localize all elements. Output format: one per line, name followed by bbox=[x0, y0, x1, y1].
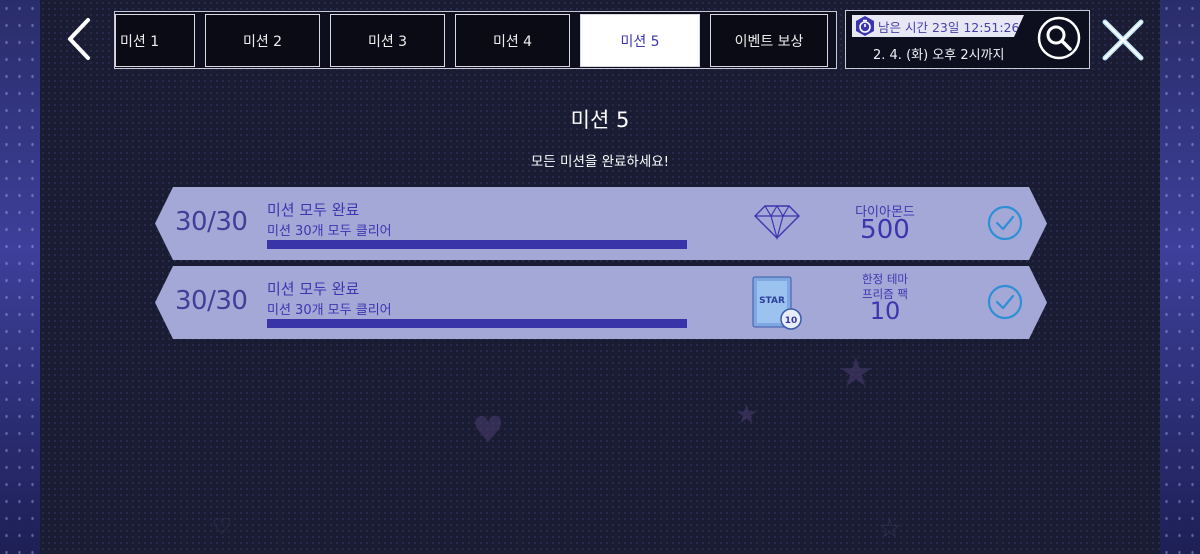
remaining-time-text: 남은 시간 23일 12:51:26 bbox=[878, 19, 1020, 35]
tab-mission-3[interactable]: 미션 3 bbox=[330, 14, 445, 67]
search-button[interactable] bbox=[1035, 14, 1083, 62]
heart-decoration-icon: ♥ bbox=[472, 410, 505, 451]
remaining-time-badge: 남은 시간 23일 12:51:26 bbox=[852, 15, 1024, 37]
page-title: 미션 5 bbox=[570, 108, 630, 132]
tab-mission-4[interactable]: 미션 4 bbox=[455, 14, 570, 67]
pack-star-text: STAR bbox=[759, 296, 785, 306]
chevron-left-icon bbox=[68, 18, 90, 60]
mission-progress-fill bbox=[267, 319, 687, 328]
star-decoration-icon: ☆ bbox=[878, 514, 902, 544]
page-subtitle: 모든 미션을 완료하세요! bbox=[530, 154, 670, 170]
mission-row: 30/30 미션 모두 완료 미션 30개 모두 클리어 다이아몬드 500 bbox=[155, 187, 1047, 260]
close-button[interactable] bbox=[1100, 17, 1146, 63]
reward-name-line1: 한정 테마 bbox=[862, 272, 908, 286]
close-icon bbox=[1102, 19, 1144, 61]
check-circle-icon[interactable] bbox=[987, 205, 1023, 241]
tab-mission-2[interactable]: 미션 2 bbox=[205, 14, 320, 67]
mission-progress-bar bbox=[267, 240, 687, 249]
heart-decoration-icon: ♡ bbox=[212, 515, 232, 540]
mission-description: 미션 30개 모두 클리어 bbox=[267, 303, 392, 318]
mission-name: 미션 모두 완료 bbox=[267, 201, 360, 219]
pack-badge-text: 10 bbox=[785, 316, 798, 326]
tab-event-reward[interactable]: 이벤트 보상 bbox=[710, 14, 828, 67]
mission-count: 30/30 bbox=[175, 286, 248, 316]
stopwatch-icon bbox=[854, 15, 876, 37]
left-starry-border bbox=[0, 0, 40, 554]
star-decoration-icon: ★ bbox=[735, 400, 759, 430]
search-icon bbox=[1037, 16, 1081, 60]
mission-tabs: 미션 1 미션 2 미션 3 미션 4 미션 5 이벤트 보상 bbox=[114, 11, 837, 69]
back-button[interactable] bbox=[60, 14, 100, 64]
diamond-icon bbox=[754, 204, 800, 240]
prism-pack-icon: STAR 10 bbox=[752, 276, 802, 330]
tab-mission-1[interactable]: 미션 1 bbox=[115, 14, 195, 67]
mission-progress-fill bbox=[267, 240, 687, 249]
tab-mission-5[interactable]: 미션 5 bbox=[580, 14, 700, 67]
reward-amount: 500 bbox=[860, 215, 910, 245]
mission-description: 미션 30개 모두 클리어 bbox=[267, 224, 392, 239]
check-circle-icon[interactable] bbox=[987, 284, 1023, 320]
deadline-text: 2. 4. (화) 오후 2시까지 bbox=[873, 48, 1005, 63]
mission-name: 미션 모두 완료 bbox=[267, 280, 360, 298]
mission-count: 30/30 bbox=[175, 207, 248, 237]
mission-row: 30/30 미션 모두 완료 미션 30개 모두 클리어 STAR 10 한정 … bbox=[155, 266, 1047, 339]
mission-progress-bar bbox=[267, 319, 687, 328]
star-decoration-icon: ★ bbox=[838, 350, 874, 396]
reward-amount: 10 bbox=[869, 297, 901, 325]
right-starry-border bbox=[1160, 0, 1200, 554]
